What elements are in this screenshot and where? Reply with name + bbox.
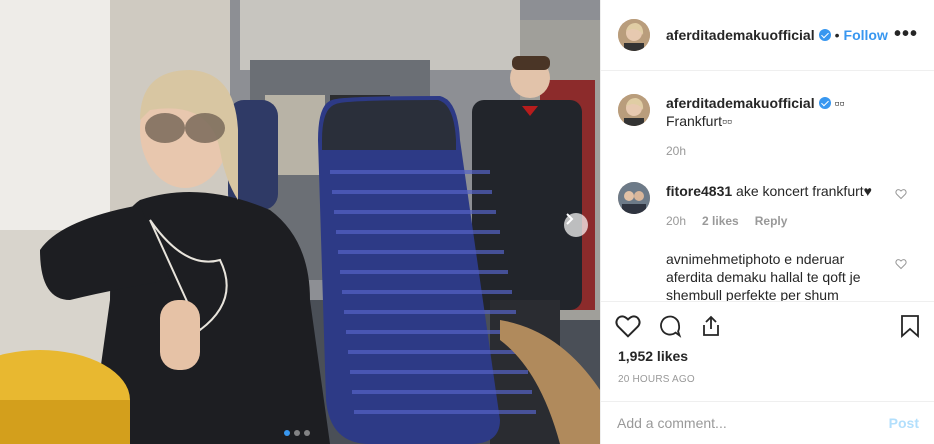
caption-emoji: ▫▫ [834,95,845,111]
comments-list[interactable]: aferditademakuofficial ▫▫ Frankfurt▫▫ 20… [601,72,934,301]
reply-button[interactable]: Reply [755,212,788,230]
instagram-post: aferditademakuofficial • Follow ••• afer… [0,0,934,444]
comment-item: fitore4831 ake koncert frankfurt♥ 20h 2 … [618,182,918,230]
author-username[interactable]: aferditademakuofficial [666,27,815,43]
post-comment-button[interactable]: Post [889,415,919,431]
caption-username[interactable]: aferditademakuofficial [666,95,815,111]
avatar-image [618,19,650,51]
carousel-dot [304,430,310,436]
save-bookmark-icon[interactable] [899,314,921,338]
comment-heart-icon[interactable] [895,188,907,200]
comment-likes[interactable]: 2 likes [702,212,739,230]
comment-text: ake koncert frankfurt♥ [736,183,872,199]
add-comment-bar: Post [601,401,934,444]
post-actions: 1,952 likes 20 HOURS AGO [601,301,934,401]
chevron-right-icon [566,213,574,225]
commenter-avatar[interactable] [618,182,650,214]
commenter-avatar-spacer [618,250,650,301]
post-timestamp[interactable]: 20 HOURS AGO [618,374,695,385]
caption-text: Frankfurt▫▫ [666,113,732,129]
post-sidebar: aferditademakuofficial • Follow ••• afer… [600,0,934,444]
carousel-dot [294,430,300,436]
likes-count[interactable]: 1,952 likes [618,348,688,364]
photo-image [0,0,600,444]
verified-badge-icon [818,29,831,41]
post-photo[interactable] [0,0,600,444]
caption-avatar[interactable] [618,94,650,126]
action-icons [615,314,723,338]
follow-button[interactable]: Follow [844,27,888,43]
post-header: aferditademakuofficial • Follow ••• [601,0,934,71]
comment-username[interactable]: avnimehmetiphoto [666,251,780,267]
caption-meta: 20h [666,142,844,160]
avatar-image [618,94,650,126]
comment-heart-icon[interactable] [895,258,907,270]
author-avatar[interactable] [618,19,650,51]
like-heart-icon[interactable] [615,314,641,338]
more-options-button[interactable]: ••• [894,24,918,44]
verified-badge-icon [818,97,831,109]
post-caption: aferditademakuofficial ▫▫ Frankfurt▫▫ 20… [618,94,844,160]
carousel-dot [284,430,290,436]
comment-meta: 20h 2 likes Reply [666,212,886,230]
comment-item: avnimehmetiphoto e nderuar aferdita dema… [618,250,918,301]
comment-time[interactable]: 20h [666,212,686,230]
separator-dot: • [834,27,840,43]
share-icon[interactable] [699,314,723,338]
comment-bubble-icon[interactable] [657,314,683,338]
carousel-indicator [284,430,310,436]
caption-time[interactable]: 20h [666,142,686,160]
next-photo-button[interactable] [564,213,588,237]
comment-input[interactable] [617,415,889,431]
avatar-image [618,182,650,214]
comment-username[interactable]: fitore4831 [666,183,732,199]
